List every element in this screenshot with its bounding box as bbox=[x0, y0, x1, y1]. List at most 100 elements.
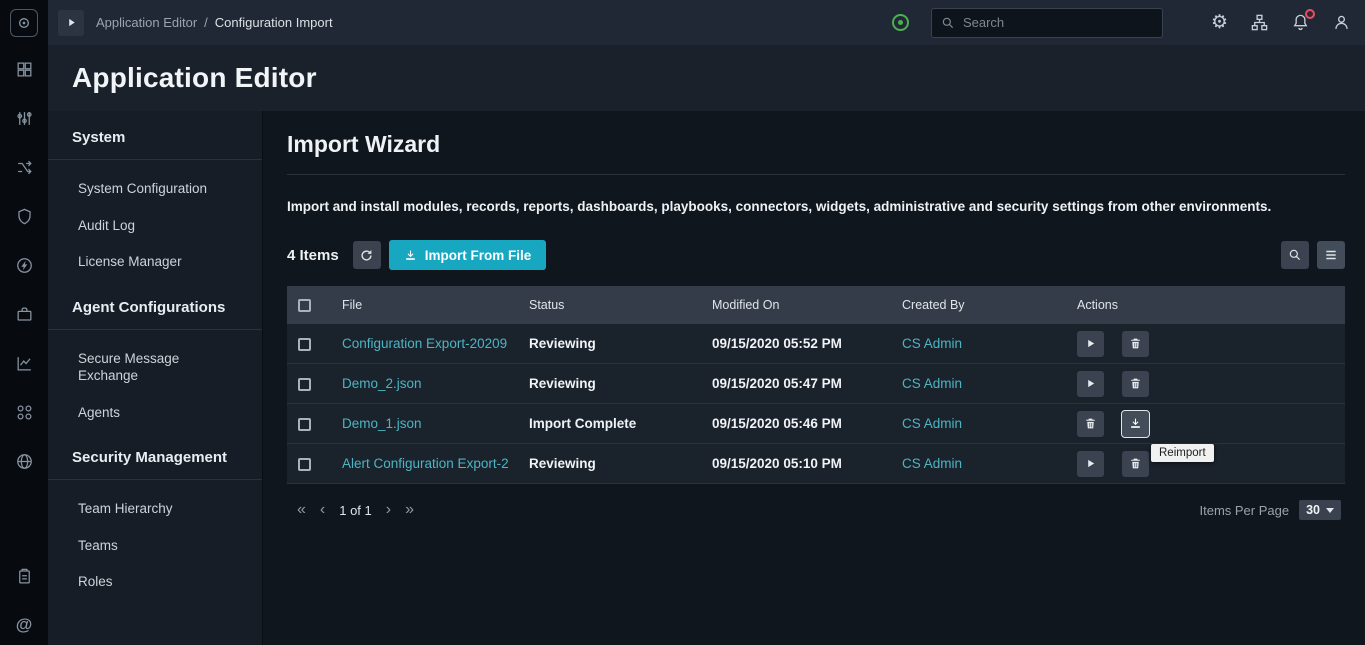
trash-icon bbox=[1129, 457, 1142, 470]
reimport-tooltip: Reimport bbox=[1151, 444, 1214, 462]
column-settings-button[interactable] bbox=[1317, 241, 1345, 269]
delete-button[interactable] bbox=[1122, 371, 1149, 397]
status-value: Import Complete bbox=[519, 416, 702, 431]
left-icon-rail: @ bbox=[0, 0, 48, 645]
settings-sidebar: System System Configuration Audit Log Li… bbox=[48, 111, 263, 645]
created-by-link[interactable]: CS Admin bbox=[892, 376, 1067, 391]
file-link[interactable]: Demo_2.json bbox=[342, 376, 422, 391]
sidebar-section-system: System bbox=[48, 129, 262, 159]
created-by-link[interactable]: CS Admin bbox=[892, 416, 1067, 431]
section-title: Import Wizard bbox=[287, 131, 1345, 158]
resources-icon[interactable] bbox=[12, 302, 36, 326]
file-link[interactable]: Configuration Export-20209 bbox=[342, 336, 507, 351]
table-row: Demo_1.json Import Complete 09/15/2020 0… bbox=[287, 404, 1345, 444]
import-from-file-button[interactable]: Import From File bbox=[389, 240, 547, 270]
items-count: 4 Items bbox=[287, 247, 339, 264]
created-by-link[interactable]: CS Admin bbox=[892, 336, 1067, 351]
reports-icon[interactable] bbox=[12, 351, 36, 375]
sitemap-icon[interactable] bbox=[1250, 13, 1269, 32]
sidebar-section-agent-configurations: Agent Configurations bbox=[48, 299, 262, 329]
sidebar-item-audit-log[interactable]: Audit Log bbox=[48, 217, 262, 235]
play-icon bbox=[1085, 378, 1096, 389]
column-header-created-by: Created By bbox=[892, 298, 1067, 312]
dashboard-icon[interactable] bbox=[12, 57, 36, 81]
created-by-link[interactable]: CS Admin bbox=[892, 456, 1067, 471]
widgets-icon[interactable] bbox=[12, 106, 36, 130]
prev-page-button[interactable]: ‹ bbox=[320, 502, 325, 518]
toolbar-right bbox=[1281, 241, 1345, 269]
sidebar-item-system-configuration[interactable]: System Configuration bbox=[48, 180, 262, 198]
select-all-checkbox[interactable] bbox=[298, 299, 311, 312]
settings-gear-icon[interactable]: ⚙ bbox=[1211, 13, 1228, 32]
page-info: 1 of 1 bbox=[339, 503, 372, 518]
row-checkbox[interactable] bbox=[298, 418, 311, 431]
actions-cell bbox=[1067, 331, 1345, 357]
first-page-button[interactable]: « bbox=[297, 502, 306, 518]
divider bbox=[48, 479, 262, 480]
modified-on-value: 09/15/2020 05:46 PM bbox=[702, 416, 892, 431]
file-link[interactable]: Alert Configuration Export-2 bbox=[342, 456, 509, 471]
actions-cell bbox=[1067, 371, 1345, 397]
column-header-modified-on: Modified On bbox=[702, 298, 892, 312]
run-import-button[interactable] bbox=[1077, 451, 1104, 477]
sidebar-item-license-manager[interactable]: License Manager bbox=[48, 253, 262, 271]
menu-list-icon bbox=[1324, 248, 1338, 262]
row-checkbox[interactable] bbox=[298, 338, 311, 351]
notifications-bell-icon[interactable] bbox=[1291, 13, 1310, 32]
sidebar-item-agents[interactable]: Agents bbox=[48, 404, 262, 422]
divider bbox=[287, 174, 1345, 175]
run-import-button[interactable] bbox=[1077, 371, 1104, 397]
trash-icon bbox=[1129, 377, 1142, 390]
mentions-icon[interactable]: @ bbox=[12, 613, 36, 637]
modules-icon[interactable] bbox=[12, 400, 36, 424]
row-checkbox[interactable] bbox=[298, 458, 311, 471]
row-checkbox[interactable] bbox=[298, 378, 311, 391]
refresh-button[interactable] bbox=[353, 241, 381, 269]
modified-on-value: 09/15/2020 05:47 PM bbox=[702, 376, 892, 391]
import-icon bbox=[404, 249, 417, 262]
system-health-icon[interactable] bbox=[892, 14, 909, 31]
sidebar-item-team-hierarchy[interactable]: Team Hierarchy bbox=[48, 500, 262, 518]
table-row: Configuration Export-20209 Reviewing 09/… bbox=[287, 324, 1345, 364]
sidebar-item-roles[interactable]: Roles bbox=[48, 573, 262, 591]
file-link[interactable]: Demo_1.json bbox=[342, 416, 422, 431]
status-value: Reviewing bbox=[519, 376, 702, 391]
column-header-file: File bbox=[332, 298, 519, 312]
automation-icon[interactable] bbox=[12, 253, 36, 277]
user-profile-icon[interactable] bbox=[1332, 13, 1351, 32]
sidebar-item-teams[interactable]: Teams bbox=[48, 537, 262, 555]
next-page-button[interactable]: › bbox=[386, 502, 391, 518]
app-logo[interactable] bbox=[10, 9, 38, 37]
table-search-button[interactable] bbox=[1281, 241, 1309, 269]
sidebar-item-secure-message-exchange[interactable]: Secure Message Exchange bbox=[48, 350, 262, 385]
last-page-button[interactable]: » bbox=[405, 502, 414, 518]
play-icon bbox=[1085, 458, 1096, 469]
run-breadcrumb-button[interactable] bbox=[58, 10, 84, 36]
items-per-page: Items Per Page 30 bbox=[1199, 500, 1341, 520]
global-icon[interactable] bbox=[12, 449, 36, 473]
incidents-icon[interactable] bbox=[12, 204, 36, 228]
global-search bbox=[931, 8, 1163, 38]
pagination-bar: « ‹ 1 of 1 › » Items Per Page 30 bbox=[287, 500, 1345, 520]
breadcrumb-current-page: Configuration Import bbox=[215, 15, 333, 30]
table-header-row: File Status Modified On Created By Actio… bbox=[287, 286, 1345, 324]
trash-icon bbox=[1084, 417, 1097, 430]
run-import-button[interactable] bbox=[1077, 331, 1104, 357]
search-icon bbox=[941, 16, 955, 30]
delete-button[interactable] bbox=[1122, 331, 1149, 357]
table-toolbar: 4 Items Import From File bbox=[287, 240, 1345, 270]
delete-button[interactable] bbox=[1122, 451, 1149, 477]
tasks-icon[interactable] bbox=[12, 564, 36, 588]
trash-icon bbox=[1129, 337, 1142, 350]
status-value: Reviewing bbox=[519, 336, 702, 351]
breadcrumb: Application Editor/Configuration Import bbox=[96, 14, 333, 32]
search-input[interactable] bbox=[963, 15, 1153, 30]
items-per-page-select[interactable]: 30 bbox=[1299, 500, 1341, 520]
breadcrumb-section[interactable]: Application Editor bbox=[96, 15, 197, 30]
delete-button[interactable] bbox=[1077, 411, 1104, 437]
import-button-label: Import From File bbox=[425, 248, 532, 263]
import-table: File Status Modified On Created By Actio… bbox=[287, 286, 1345, 484]
section-description: Import and install modules, records, rep… bbox=[287, 199, 1345, 214]
reimport-button[interactable] bbox=[1122, 411, 1149, 437]
connectors-icon[interactable] bbox=[12, 155, 36, 179]
